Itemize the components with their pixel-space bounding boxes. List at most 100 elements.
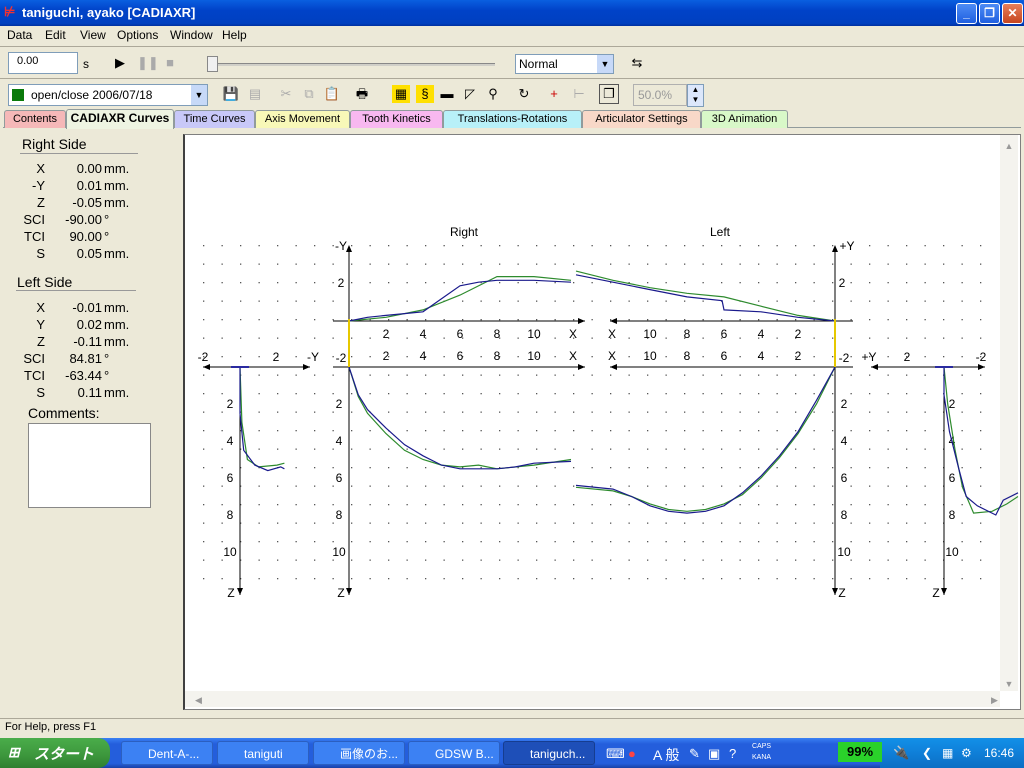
network-icon[interactable]: ▦ [942, 746, 953, 760]
tab-cadiaxr-curves[interactable]: CADIAXR Curves [66, 109, 174, 129]
grid-dot [536, 263, 538, 265]
ime-mode-label[interactable]: A 般 [653, 745, 679, 765]
scroll-up-icon[interactable]: ▲ [1005, 141, 1014, 151]
axis-icon[interactable]: ⊢ [570, 85, 588, 103]
taskbar-item-dent[interactable]: Dent-A-... [121, 741, 213, 765]
scroll-right-icon[interactable]: ▶ [991, 695, 998, 705]
speed-select[interactable]: Normal ▼ [515, 54, 614, 74]
time-field[interactable]: 0.00 [8, 52, 78, 74]
menu-options[interactable]: Options [117, 28, 158, 42]
rotate-icon[interactable]: ↻ [515, 85, 533, 103]
taskbar-item-gdsw[interactable]: GDSW B... [408, 741, 500, 765]
zoom-spinner[interactable]: ▲ ▼ [687, 84, 704, 107]
cadiax-curves-canvas[interactable]: ▲ ▼ ◀ ▶ Right Left -Y Z +Y Z X X X X 2 2 4 4 6 6 8 8 10 10 1… [183, 134, 1021, 710]
paste-icon[interactable]: 📋 [323, 85, 341, 103]
grid-dot [776, 559, 778, 561]
taskbar-item-image[interactable]: 画像のお... [313, 741, 405, 765]
zero-point-icon[interactable]: + [545, 85, 563, 103]
grid-dot [425, 448, 427, 450]
start-button[interactable]: ⊞ スタート [0, 738, 110, 768]
grid-dot [480, 467, 482, 469]
loop-icon[interactable]: ⇆ [628, 54, 646, 72]
tray-expand-icon[interactable]: ❮ [922, 746, 932, 760]
export-icon[interactable]: ▤ [246, 85, 264, 103]
right-chart-title: Right [450, 225, 479, 239]
print-icon[interactable]: 🖶 [353, 85, 371, 103]
chevron-down-icon[interactable]: ▼ [191, 85, 207, 105]
grid-dot [499, 245, 501, 247]
grid-icon[interactable]: ▦ [392, 85, 410, 103]
keyboard-icon[interactable]: ⌨ [606, 746, 625, 762]
grid-dot [277, 448, 279, 450]
grid-dot [554, 448, 556, 450]
time-slider-thumb[interactable] [207, 56, 218, 72]
scroll-down-icon[interactable]: ▼ [1005, 679, 1014, 689]
close-button[interactable]: ✕ [1002, 3, 1023, 24]
grid-dot [721, 448, 723, 450]
chevron-down-icon[interactable]: ▼ [597, 55, 613, 73]
power-icon[interactable]: 🔌 [893, 745, 909, 761]
taskbar-item-taniguti[interactable]: taniguti [217, 741, 309, 765]
tab-translations-rotations[interactable]: Translations-Rotations [443, 110, 582, 128]
grid-dot [314, 448, 316, 450]
page-icon[interactable]: ◸ [461, 85, 479, 103]
ime-icon[interactable]: ● [628, 746, 636, 761]
ruler-icon[interactable]: ▬ [438, 85, 456, 103]
copy-icon[interactable]: ⧉ [300, 85, 318, 103]
menu-data[interactable]: Data [7, 28, 32, 42]
zoom-field[interactable]: 50.0% [633, 84, 687, 106]
menu-edit[interactable]: Edit [45, 28, 66, 42]
grid-dot [203, 485, 205, 487]
scroll-left-icon[interactable]: ◀ [195, 695, 202, 705]
grid-dot [906, 300, 908, 302]
tab-3d-animation[interactable]: 3D Animation [701, 110, 788, 128]
left-bottom-x-tick: 2 [795, 349, 802, 363]
window-icon[interactable]: ❐ [599, 84, 619, 104]
save-icon[interactable]: 💾 [222, 85, 240, 103]
ime-help-icon[interactable]: ? [729, 746, 736, 761]
battery-indicator[interactable]: 99% [838, 742, 882, 762]
tab-time-curves[interactable]: Time Curves [174, 110, 255, 128]
grid-dot [499, 522, 501, 524]
minimize-button[interactable]: _ [956, 3, 977, 24]
stop-icon[interactable]: ■ [161, 54, 179, 72]
tooth-icon[interactable]: ⚲ [484, 85, 502, 103]
menu-window[interactable]: Window [170, 28, 213, 42]
grid-dot [221, 337, 223, 339]
usb-icon[interactable]: ⚙ [961, 746, 972, 760]
grid-dot [684, 430, 686, 432]
taskbar-item-taniguchi[interactable]: taniguch... [503, 741, 595, 765]
ime-tool-icon[interactable]: ✎ [689, 746, 700, 762]
restore-button[interactable]: ❐ [979, 3, 1000, 24]
cut-icon[interactable]: ✂ [277, 85, 295, 103]
title-bar: ⊭ taniguchi, ayako [CADIAXR] _ ❐ ✕ [0, 0, 1024, 26]
clock[interactable]: 16:46 [984, 746, 1014, 760]
grid-dot [425, 504, 427, 506]
right-top-x-arrow [578, 318, 585, 324]
tab-tooth-kinetics[interactable]: Tooth Kinetics [350, 110, 443, 128]
menu-view[interactable]: View [80, 28, 106, 42]
grid-dot [721, 430, 723, 432]
time-slider-track[interactable] [210, 63, 495, 66]
grid-dot [351, 448, 353, 450]
recording-select[interactable]: open/close 2006/07/18 ▼ [8, 84, 208, 106]
tab-articulator-settings[interactable]: Articulator Settings [582, 110, 701, 128]
ime-dict-icon[interactable]: ▣ [708, 746, 720, 762]
grid-dot [980, 337, 982, 339]
vertical-scrollbar[interactable] [1000, 135, 1018, 691]
grid-dot [832, 504, 834, 506]
grid-dot [554, 578, 556, 580]
menu-help[interactable]: Help [222, 28, 247, 42]
play-icon[interactable]: ▶ [111, 54, 129, 72]
grid-dot [332, 578, 334, 580]
pause-icon[interactable]: ❚❚ [137, 54, 159, 72]
horizontal-scrollbar[interactable] [185, 691, 1000, 707]
tab-axis-movement[interactable]: Axis Movement [255, 110, 350, 128]
comments-field[interactable] [28, 423, 151, 508]
tab-contents[interactable]: Contents [4, 110, 66, 128]
grid-dot [591, 263, 593, 265]
grid-dot [628, 319, 630, 321]
mark-icon[interactable]: § [416, 85, 434, 103]
grid-dot [739, 263, 741, 265]
grid-dot [406, 245, 408, 247]
